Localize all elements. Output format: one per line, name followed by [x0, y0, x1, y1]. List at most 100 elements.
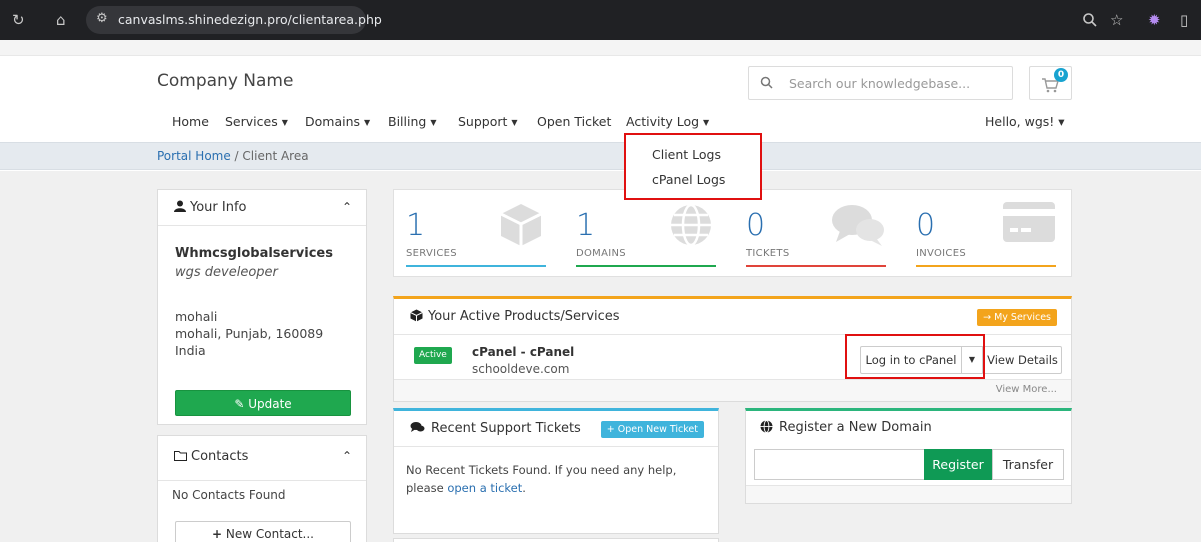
your-info-header[interactable]: Your Info ⌃: [158, 190, 366, 226]
site-settings-icon[interactable]: ⚙: [96, 11, 108, 26]
new-contact-button[interactable]: + New Contact...: [175, 521, 351, 542]
open-ticket-link[interactable]: open a ticket: [447, 481, 522, 495]
products-footer: View More...: [394, 379, 1071, 401]
stat-tickets[interactable]: 0 TICKETS: [734, 190, 904, 278]
user-menu[interactable]: Hello, wgs! ▾: [985, 114, 1065, 129]
credit-card-icon: [1003, 202, 1055, 242]
product-domain: schooldeve.com: [472, 362, 570, 376]
cart-count-badge: 0: [1054, 68, 1068, 82]
open-new-ticket-button[interactable]: + Open New Ticket: [600, 421, 704, 438]
cart-button[interactable]: 0: [1029, 66, 1072, 100]
caret-down-icon: ▼: [703, 118, 710, 127]
nav-domains-label: Domains: [305, 114, 361, 129]
comments-small-icon: [410, 422, 425, 432]
recent-tickets-panel: Recent Support Tickets + Open New Ticket…: [393, 408, 719, 534]
breadcrumb-bar: Portal Home / Client Area: [0, 142, 1201, 170]
nav-domains[interactable]: Domains ▼: [305, 114, 370, 129]
transfer-button[interactable]: Transfer: [992, 449, 1064, 480]
nav-activity-log-label: Activity Log: [626, 114, 700, 129]
contacts-title-text: Contacts: [191, 449, 249, 464]
bookmark-star-icon[interactable]: ☆: [1110, 11, 1123, 29]
activity-log-dropdown: Client Logs cPanel Logs: [624, 133, 762, 200]
stat-label: TICKETS: [746, 248, 790, 259]
dropdown-item-client-logs[interactable]: Client Logs: [652, 147, 721, 162]
page-top-strip: [0, 40, 1201, 56]
folder-icon: [174, 451, 187, 461]
reload-icon[interactable]: ↻: [12, 11, 25, 29]
register-title: Register a New Domain: [760, 420, 932, 435]
nav-open-ticket-label: Open Ticket: [537, 114, 612, 129]
product-name[interactable]: cPanel - cPanel: [472, 345, 574, 359]
main-nav: Home Services ▼ Domains ▼ Billing ▼ Support…: [162, 114, 1062, 134]
products-title: Your Active Products/Services: [410, 309, 620, 324]
stat-services[interactable]: 1 SERVICES: [394, 190, 564, 278]
stat-domains[interactable]: 1 DOMAINS: [564, 190, 734, 278]
stat-invoices[interactable]: 0 INVOICES: [904, 190, 1074, 278]
nav-activity-log[interactable]: Activity Log ▼: [626, 114, 709, 129]
client-city: mohali: [175, 309, 218, 324]
client-role: wgs develeoper: [175, 265, 278, 280]
your-info-title-text: Your Info: [190, 200, 247, 215]
my-services-button[interactable]: → My Services: [977, 309, 1057, 326]
register-footer: [746, 485, 1071, 503]
view-more-link[interactable]: View More...: [996, 384, 1057, 395]
pencil-icon: ✎: [234, 397, 245, 411]
tickets-title-text: Recent Support Tickets: [431, 421, 581, 436]
nav-open-ticket[interactable]: Open Ticket: [537, 114, 611, 129]
home-icon[interactable]: ⌂: [56, 11, 66, 29]
browser-toolbar: ↻ ⌂ ⚙ canvaslms.shinedezign.pro/clientar…: [0, 0, 1201, 40]
client-name: Whmcsglobalservices: [175, 246, 333, 261]
caret-down-icon: ▼: [364, 118, 371, 127]
address-bar[interactable]: ⚙ canvaslms.shinedezign.pro/clientarea.p…: [86, 6, 382, 34]
nav-services[interactable]: Services ▼: [225, 114, 288, 129]
nav-billing[interactable]: Billing ▼: [388, 114, 436, 129]
new-contact-label: New Contact...: [225, 527, 314, 541]
tickets-header: Recent Support Tickets + Open New Ticket: [394, 411, 718, 447]
globe-small-icon: [760, 420, 773, 433]
contacts-header[interactable]: Contacts ⌃: [158, 436, 366, 480]
zoom-icon[interactable]: [1082, 12, 1098, 28]
tickets-title: Recent Support Tickets: [410, 421, 581, 436]
comments-icon: [832, 205, 884, 246]
knowledgebase-search: [748, 66, 1013, 100]
search-input[interactable]: [789, 73, 1007, 93]
stat-label: SERVICES: [406, 248, 457, 259]
caret-down-icon: ▼: [281, 118, 288, 127]
register-button[interactable]: Register: [924, 449, 992, 480]
globe-icon: [671, 203, 711, 247]
nav-home[interactable]: Home: [172, 114, 209, 129]
nav-support[interactable]: Support ▼: [458, 114, 518, 129]
contacts-panel: Contacts ⌃ No Contacts Found + New Conta…: [157, 435, 367, 542]
domain-search-input[interactable]: [754, 449, 924, 480]
register-title-text: Register a New Domain: [779, 420, 932, 435]
stat-count: 1: [406, 208, 426, 243]
update-label: Update: [248, 397, 292, 411]
stat-label: INVOICES: [916, 248, 966, 259]
chevron-up-icon[interactable]: ⌃: [342, 449, 352, 463]
breadcrumb-separator: /: [230, 149, 243, 163]
plus-icon: +: [211, 527, 223, 541]
stat-count: 0: [916, 208, 936, 243]
cube-icon: [500, 204, 542, 246]
update-button[interactable]: ✎ Update: [175, 390, 351, 416]
stat-count: 1: [576, 208, 596, 243]
products-header: Your Active Products/Services → My Servi…: [394, 299, 1071, 335]
view-details-button[interactable]: View Details: [983, 346, 1062, 374]
next-panel-edge: [393, 538, 719, 542]
extension-icon[interactable]: ✹: [1148, 11, 1161, 29]
sidebar-icon[interactable]: ▯: [1180, 11, 1188, 29]
stat-underline: [406, 265, 546, 267]
chevron-up-icon[interactable]: ⌃: [342, 200, 352, 214]
breadcrumb-home-link[interactable]: Portal Home: [157, 149, 231, 163]
breadcrumb: Portal Home / Client Area: [157, 149, 309, 163]
search-icon: [760, 76, 773, 89]
dropdown-item-cpanel-logs[interactable]: cPanel Logs: [652, 172, 725, 187]
nav-home-label: Home: [172, 114, 209, 129]
stat-underline: [916, 265, 1056, 267]
no-contacts-text: No Contacts Found: [158, 480, 366, 508]
your-info-panel: Your Info ⌃ Whmcsglobalservices wgs deve…: [157, 189, 367, 425]
highlight-annotation: [845, 334, 985, 379]
stat-underline: [746, 265, 886, 267]
company-logo-text[interactable]: Company Name: [157, 71, 293, 91]
nav-billing-label: Billing: [388, 114, 427, 129]
